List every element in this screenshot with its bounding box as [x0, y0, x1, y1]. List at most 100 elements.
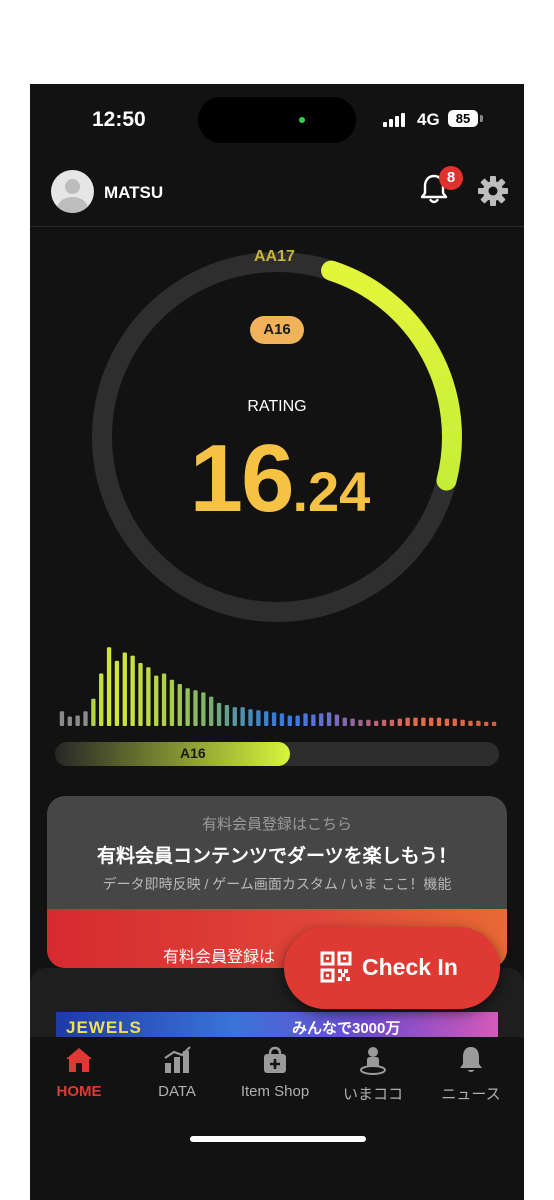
dynamic-island: [198, 97, 356, 143]
rating-histogram: [59, 647, 497, 726]
histogram-bar: [224, 705, 230, 726]
histogram-bar: [374, 720, 379, 726]
histogram-bar: [303, 713, 308, 726]
tab-data-label: DATA: [158, 1083, 196, 1100]
camera-indicator-icon: [299, 117, 305, 123]
histogram-bar: [319, 713, 324, 726]
tab-item-shop-label: Item Shop: [240, 1083, 310, 1100]
histogram-bar: [146, 667, 151, 726]
promo-title: 有料会員コンテンツでダーツを楽しもう！: [96, 846, 458, 867]
histogram-bar: [248, 709, 253, 726]
histogram-bar: [491, 721, 497, 726]
histogram-bar: [201, 692, 206, 726]
histogram-bar: [106, 647, 112, 726]
rating-value[interactable]: 16.24: [170, 424, 390, 534]
histogram-bar: [271, 712, 277, 726]
histogram-bar: [232, 707, 237, 726]
notification-badge: 8: [439, 166, 463, 190]
status-time: 12:50: [92, 108, 146, 131]
histogram-bar: [91, 698, 96, 726]
tab-imakoko-label: いまココ: [342, 1086, 403, 1103]
tab-item-shop[interactable]: Item Shop: [226, 1037, 324, 1117]
app-screen: 12:50 4G 85 MATSU 8 AA17 A16 RATING 16.2…: [30, 84, 524, 1200]
network-type: 4G: [417, 110, 440, 129]
rating-decimal: .24: [292, 460, 371, 523]
histogram-bar: [444, 718, 450, 726]
signal-icon: [383, 113, 409, 127]
histogram-bar: [185, 688, 190, 726]
histogram-bar: [342, 717, 347, 726]
histogram-bar: [59, 711, 65, 726]
tab-home-label: HOME: [56, 1083, 102, 1100]
username[interactable]: MATSU: [104, 183, 163, 203]
level-progress-fill: A16: [55, 742, 291, 766]
tab-news-label: ニュース: [441, 1086, 501, 1103]
histogram-bar: [311, 714, 316, 726]
histogram-bar: [75, 715, 80, 726]
promo-features: データ即時反映 / ゲーム画面カスタム / いま ここ！機能: [102, 876, 452, 892]
histogram-bar: [429, 717, 434, 726]
histogram-bar: [366, 719, 371, 726]
histogram-bar: [177, 684, 182, 726]
histogram-bar: [130, 655, 135, 726]
histogram-bar: [67, 716, 72, 726]
histogram-bar: [154, 675, 159, 726]
chart-icon: [164, 1046, 191, 1073]
histogram-bar: [381, 719, 387, 726]
histogram-bar: [326, 712, 332, 726]
rating-integer: 16: [189, 425, 295, 532]
histogram-bar: [295, 715, 300, 726]
banner-title: JEWELS: [66, 1018, 142, 1037]
home-indicator[interactable]: [190, 1136, 366, 1142]
histogram-bar: [279, 713, 285, 726]
histogram-bar: [413, 717, 418, 726]
bottom-tab-bar: HOME DATA Item Shop いまココ ニュース: [30, 1037, 524, 1200]
level-label: A16: [180, 745, 206, 761]
histogram-bar: [209, 696, 214, 726]
bell-icon: [460, 1047, 482, 1072]
histogram-bar: [468, 720, 473, 726]
histogram-bar: [350, 718, 355, 726]
histogram-bar: [138, 663, 143, 726]
rating-label: RATING: [247, 398, 307, 415]
battery-cap: [480, 115, 483, 122]
histogram-bar: [287, 715, 292, 726]
histogram-bar: [256, 710, 261, 726]
check-in-label: Check In: [362, 954, 458, 980]
histogram-bar: [240, 707, 245, 726]
histogram-bar: [484, 721, 489, 726]
shop-bag-icon: [264, 1046, 286, 1073]
histogram-bar: [169, 679, 175, 726]
histogram-bar: [397, 718, 402, 726]
gear-icon[interactable]: [477, 175, 509, 207]
histogram-bar: [193, 690, 198, 726]
next-grade-label: AA17: [254, 248, 295, 265]
histogram-bar: [389, 719, 395, 726]
qr-code-icon: [320, 951, 352, 983]
check-in-button[interactable]: Check In: [284, 927, 500, 1009]
histogram-bar: [421, 717, 426, 726]
level-progress-bar: A16: [55, 742, 499, 766]
histogram-bar: [334, 714, 340, 726]
current-grade-badge: A16: [250, 316, 304, 344]
avatar[interactable]: [51, 170, 94, 213]
tab-imakoko[interactable]: いまココ: [324, 1037, 422, 1117]
location-person-icon: [360, 1047, 386, 1075]
histogram-bar: [405, 717, 410, 726]
battery-icon: 85: [448, 110, 478, 127]
tab-data[interactable]: DATA: [128, 1037, 226, 1117]
header-divider: [30, 226, 524, 227]
histogram-bar: [122, 652, 127, 726]
histogram-bar: [436, 717, 442, 726]
home-icon: [66, 1048, 92, 1072]
histogram-bar: [264, 711, 269, 726]
tab-home[interactable]: HOME: [30, 1037, 128, 1117]
histogram-bar: [476, 720, 481, 726]
promo-subtitle: 有料会員登録はこちら: [201, 816, 352, 833]
histogram-bar: [83, 711, 88, 726]
histogram-bar: [358, 719, 363, 726]
histogram-bar: [161, 673, 167, 726]
histogram-bar: [452, 718, 457, 726]
histogram-bar: [99, 673, 104, 726]
tab-news[interactable]: ニュース: [422, 1037, 520, 1117]
